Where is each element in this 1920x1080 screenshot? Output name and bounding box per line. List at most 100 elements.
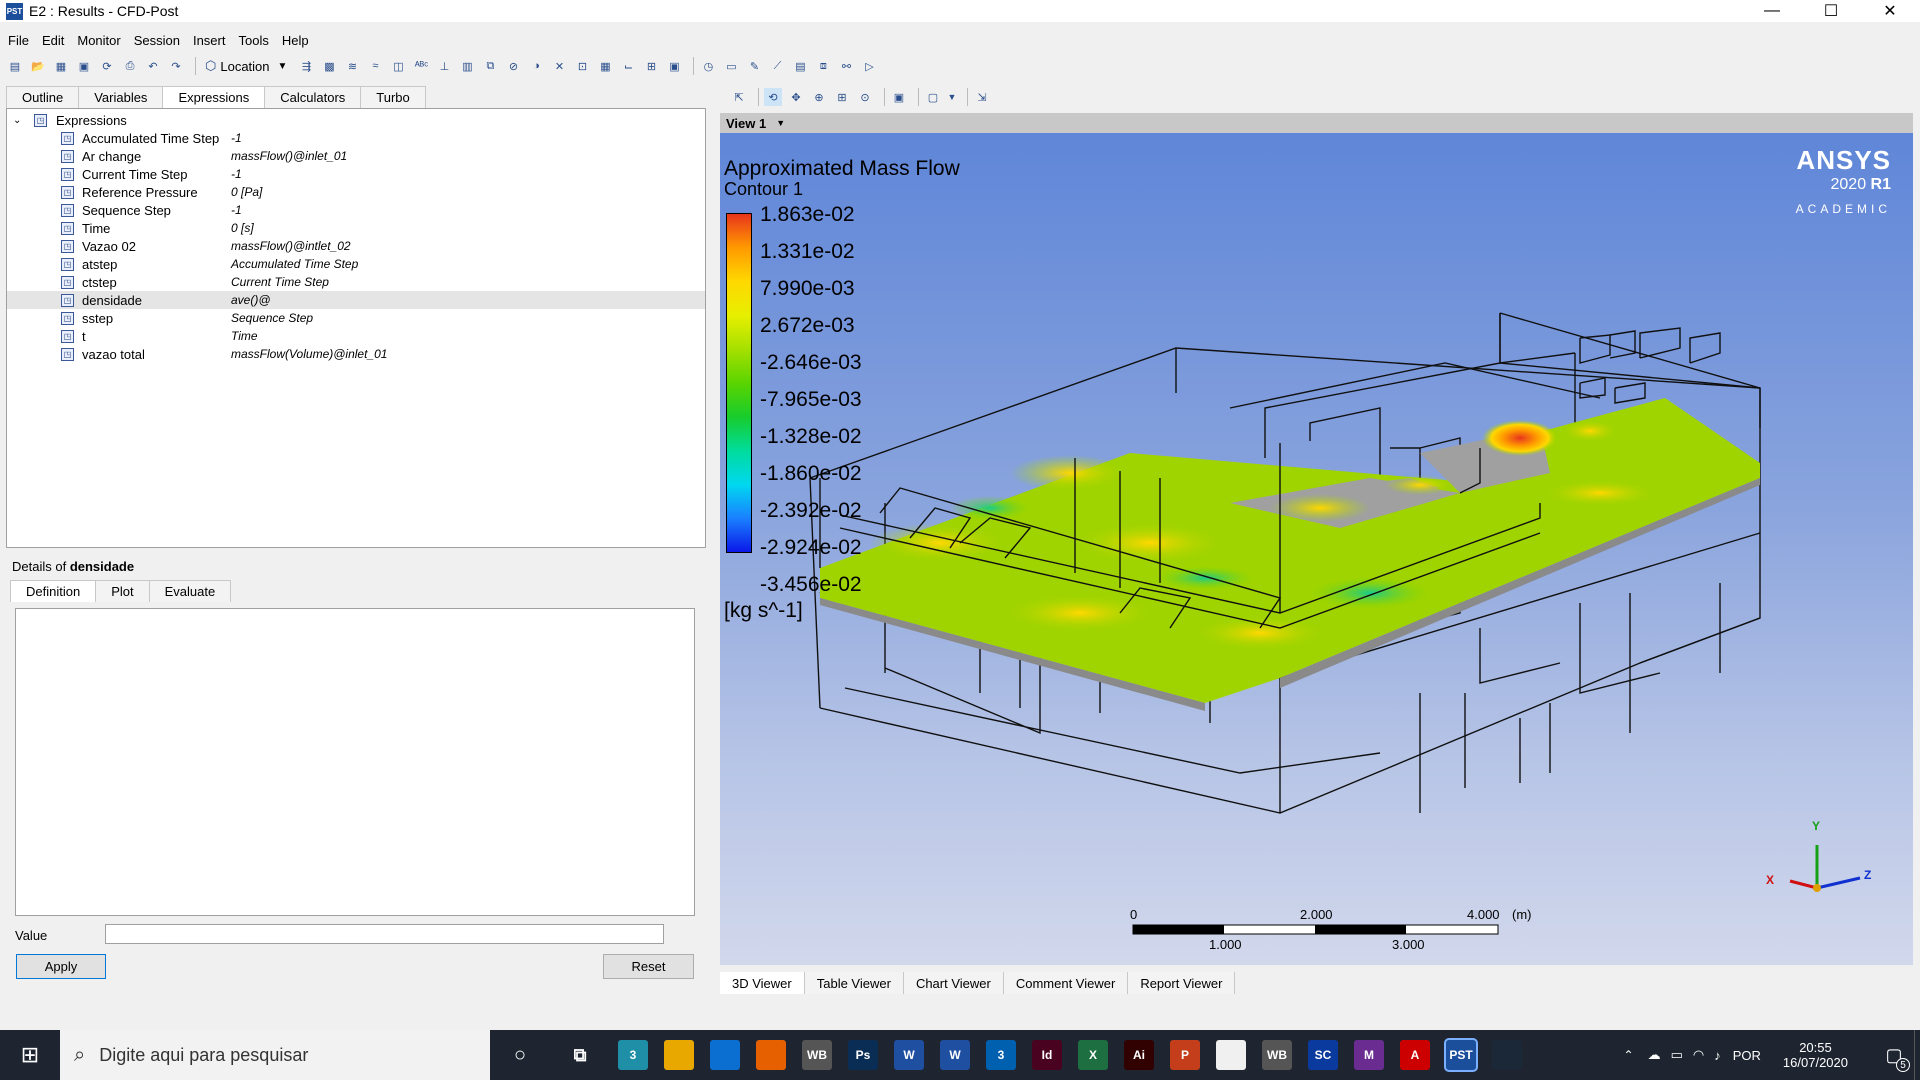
taskbar-app-icon[interactable]: Ps	[848, 1040, 878, 1070]
tab-expressions[interactable]: Expressions	[162, 86, 266, 108]
volume-icon[interactable]: ♪	[1714, 1048, 1721, 1063]
tree-item[interactable]: ◳ t Time	[7, 327, 705, 345]
tab-evaluate[interactable]: Evaluate	[148, 580, 232, 602]
save-icon[interactable]: ▣	[75, 57, 93, 75]
timestep-icon[interactable]: ◷	[699, 57, 717, 75]
animation-icon[interactable]: ▭	[722, 57, 740, 75]
tab-variables[interactable]: Variables	[78, 86, 164, 108]
vector-icon[interactable]: ⇶	[297, 57, 315, 75]
undo-icon[interactable]: ↶	[144, 57, 162, 75]
start-button[interactable]: ⊞	[0, 1030, 60, 1080]
tree-item[interactable]: ◳ Ar change massFlow()@inlet_01	[7, 147, 705, 165]
apply-button[interactable]: Apply	[16, 954, 106, 979]
taskbar-app-icon[interactable]: SC	[1308, 1040, 1338, 1070]
contour-icon[interactable]: ▩	[320, 57, 338, 75]
redo-icon[interactable]: ↷	[167, 57, 185, 75]
taskbar-app-icon[interactable]: M	[1354, 1040, 1384, 1070]
tab-report-viewer[interactable]: Report Viewer	[1128, 972, 1236, 994]
taskbar-app-icon[interactable]: WB	[1262, 1040, 1292, 1070]
table-icon[interactable]: ▦	[596, 57, 614, 75]
tree-item[interactable]: ◳ Accumulated Time Step -1	[7, 129, 705, 147]
taskbar-app-icon[interactable]	[1216, 1040, 1246, 1070]
onedrive-icon[interactable]: ☁	[1648, 1047, 1661, 1063]
tree-item[interactable]: ◳ densidade ave()@	[7, 291, 705, 309]
tree-item[interactable]: ◳ sstep Sequence Step	[7, 309, 705, 327]
chart-icon[interactable]: ⌙	[619, 57, 637, 75]
taskbar-app-icon[interactable]: Id	[1032, 1040, 1062, 1070]
zoom-fit-icon[interactable]: ⊙	[856, 88, 874, 106]
taskbar-app-icon[interactable]	[1492, 1040, 1522, 1070]
taskbar-app-icon[interactable]: WB	[802, 1040, 832, 1070]
tab-comment-viewer[interactable]: Comment Viewer	[1003, 972, 1129, 994]
coord-frame-icon[interactable]: ⊥	[435, 57, 453, 75]
function-calculator-icon[interactable]: ▤	[791, 57, 809, 75]
comment-icon[interactable]: ⊞	[642, 57, 660, 75]
open-icon[interactable]: 📂	[29, 57, 47, 75]
reset-button[interactable]: Reset	[603, 954, 694, 979]
close-button[interactable]: ✕	[1862, 0, 1918, 22]
tree-item[interactable]: ◳ Reference Pressure 0 [Pa]	[7, 183, 705, 201]
zoom-box-icon[interactable]: ⊞	[833, 88, 851, 106]
viewport-layout-icon[interactable]: ▢	[924, 88, 942, 106]
print-icon[interactable]: ⎙	[121, 57, 139, 75]
taskbar-app-icon[interactable]: X	[1078, 1040, 1108, 1070]
chevron-up-icon[interactable]: ⌃	[1624, 1048, 1634, 1062]
task-view-icon[interactable]: ⧉	[565, 1040, 595, 1070]
probe-icon[interactable]: ⟋	[768, 57, 786, 75]
menu-monitor[interactable]: Monitor	[77, 33, 120, 48]
quick-editor-icon[interactable]: ✎	[745, 57, 763, 75]
tab-chart-viewer[interactable]: Chart Viewer	[903, 972, 1004, 994]
taskbar-app-icon[interactable]: 3	[618, 1040, 648, 1070]
tab-definition[interactable]: Definition	[10, 580, 97, 602]
tab-plot[interactable]: Plot	[95, 580, 150, 602]
minimize-button[interactable]: —	[1744, 0, 1800, 22]
clock[interactable]: 20:55 16/07/2020	[1783, 1040, 1848, 1070]
sync-views-icon[interactable]: ⇲	[973, 88, 991, 106]
expression-icon[interactable]: ⊡	[573, 57, 591, 75]
menu-file[interactable]: File	[8, 33, 29, 48]
refresh-icon[interactable]: ⟳	[98, 57, 116, 75]
battery-icon[interactable]: ▭	[1671, 1047, 1683, 1063]
command-editor-icon[interactable]: ▷	[860, 57, 878, 75]
menu-edit[interactable]: Edit	[42, 33, 64, 48]
language-indicator[interactable]: POR	[1733, 1048, 1761, 1063]
volume-render-icon[interactable]: ◫	[389, 57, 407, 75]
tab-outline[interactable]: Outline	[6, 86, 80, 108]
taskbar-app-icon[interactable]: P	[1170, 1040, 1200, 1070]
taskbar-app-icon[interactable]: Ai	[1124, 1040, 1154, 1070]
show-desktop-button[interactable]	[1914, 1030, 1920, 1080]
streamline-icon[interactable]: ≋	[343, 57, 361, 75]
menu-tools[interactable]: Tools	[238, 33, 268, 48]
tab-turbo[interactable]: Turbo	[360, 86, 426, 108]
tab-3d-viewer[interactable]: 3D Viewer	[720, 972, 805, 994]
taskbar-app-icon[interactable]: PST	[1444, 1038, 1478, 1072]
variable-icon[interactable]: ✕	[550, 57, 568, 75]
menu-insert[interactable]: Insert	[193, 33, 226, 48]
tab-calculators[interactable]: Calculators	[264, 86, 362, 108]
3d-viewport[interactable]: Approximated Mass Flow Contour 1 1.863e-…	[720, 133, 1913, 965]
pan-icon[interactable]: ✥	[787, 88, 805, 106]
figure-icon[interactable]: ▣	[665, 57, 683, 75]
taskbar-app-icon[interactable]	[664, 1040, 694, 1070]
view-selector[interactable]: View 1 ▼	[720, 113, 1913, 133]
taskbar-search[interactable]: ⌕ Digite aqui para pesquisar	[60, 1030, 490, 1080]
value-field[interactable]	[105, 924, 664, 944]
tree-item[interactable]: ◳ vazao total massFlow(Volume)@inlet_01	[7, 345, 705, 363]
menu-help[interactable]: Help	[282, 33, 309, 48]
cortana-icon[interactable]: ○	[505, 1040, 535, 1070]
load-results-icon[interactable]: ▦	[52, 57, 70, 75]
new-icon[interactable]: ▤	[6, 57, 24, 75]
scene-canvas[interactable]	[720, 133, 1913, 965]
chevron-down-icon[interactable]: ▼	[947, 88, 957, 106]
definition-textarea[interactable]	[15, 608, 695, 916]
notifications-button[interactable]: ▢ 5	[1874, 1030, 1914, 1080]
tree-root[interactable]: ⌄ ◳ Expressions	[7, 111, 705, 129]
tree-item[interactable]: ◳ ctstep Current Time Step	[7, 273, 705, 291]
tree-item[interactable]: ◳ atstep Accumulated Time Step	[7, 255, 705, 273]
mesh-calculator-icon[interactable]: ⚯	[837, 57, 855, 75]
tree-item[interactable]: ◳ Vazao 02 massFlow()@intlet_02	[7, 237, 705, 255]
tab-table-viewer[interactable]: Table Viewer	[804, 972, 904, 994]
tree-item[interactable]: ◳ Sequence Step -1	[7, 201, 705, 219]
instance-transform-icon[interactable]: ⧉	[481, 57, 499, 75]
taskbar-app-icon[interactable]: W	[894, 1040, 924, 1070]
